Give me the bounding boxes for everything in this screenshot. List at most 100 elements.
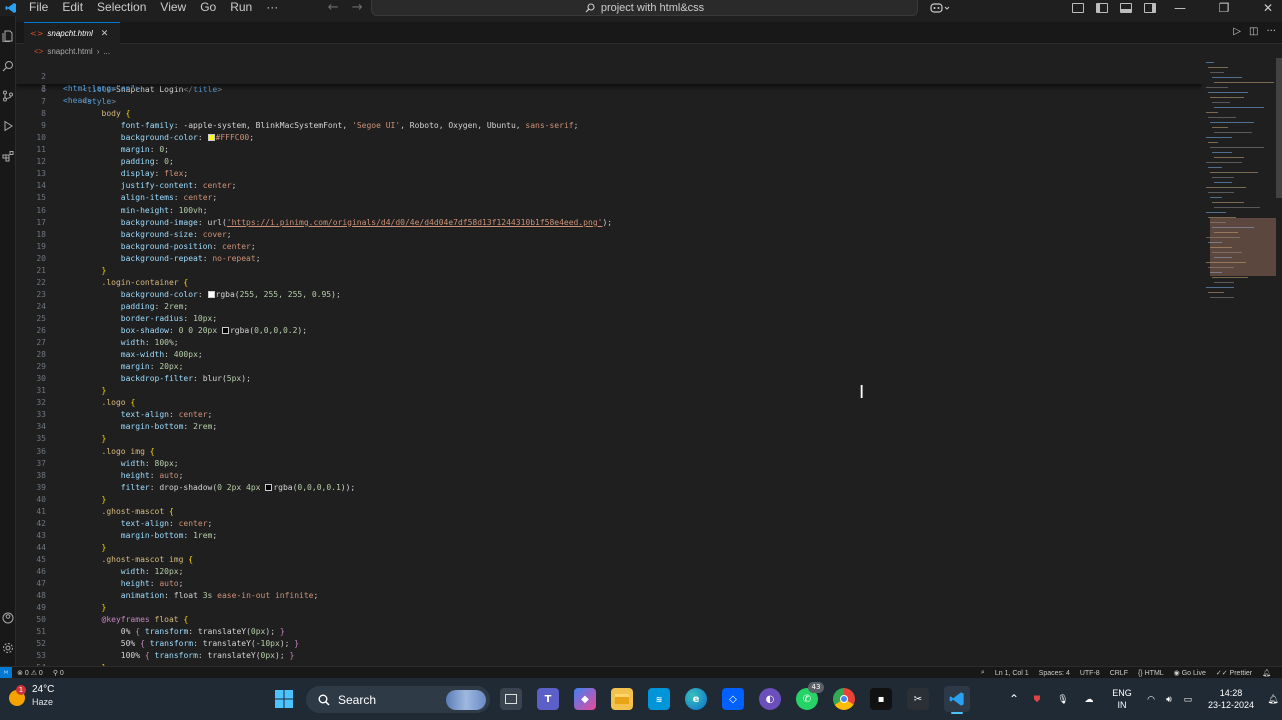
breadcrumb-file[interactable]: snapcht.html: [47, 47, 92, 56]
search-sidebar-icon[interactable]: [2, 60, 14, 72]
tab-snapcht-html[interactable]: <> snapcht.html ✕: [24, 22, 120, 44]
code-line[interactable]: 33 text-align: center;: [16, 409, 1202, 421]
code-line[interactable]: 18 background-size: cover;: [16, 229, 1202, 241]
code-line[interactable]: 31 }: [16, 385, 1202, 397]
code-line[interactable]: 32 .logo {: [16, 397, 1202, 409]
code-line[interactable]: 47 height: auto;: [16, 578, 1202, 590]
code-line[interactable]: 36 .logo img {: [16, 446, 1202, 458]
code-line[interactable]: 30 backdrop-filter: blur(5px);: [16, 373, 1202, 385]
language-indicator[interactable]: ENG IN: [1102, 687, 1142, 711]
code-line[interactable]: 27 width: 100%;: [16, 337, 1202, 349]
minimap-slider[interactable]: [1210, 218, 1276, 276]
end-of-line[interactable]: CRLF: [1105, 670, 1133, 677]
code-line[interactable]: 39 filter: drop-shadow(0 2px 4px rgba(0,…: [16, 482, 1202, 494]
toggle-sidebar-icon[interactable]: [1096, 3, 1108, 13]
cloud-icon[interactable]: ☁: [1076, 693, 1102, 705]
language-mode[interactable]: {} HTML: [1133, 670, 1169, 677]
code-line[interactable]: 37 width: 80px;: [16, 458, 1202, 470]
code-line[interactable]: 46 width: 120px;: [16, 566, 1202, 578]
split-editor-icon[interactable]: ◫: [1249, 26, 1258, 37]
cursor-position[interactable]: Ln 1, Col 1: [990, 670, 1034, 677]
code-line[interactable]: 22 .login-container {: [16, 277, 1202, 289]
code-line[interactable]: 26 box-shadow: 0 0 20px rgba(0,0,0,0.2);: [16, 325, 1202, 337]
source-control-icon[interactable]: [2, 90, 14, 102]
code-editor[interactable]: 2 <html lang="en"> 3 <head> 6 <title>Sna…: [16, 58, 1202, 666]
problems-indicator[interactable]: ⊗ 0 ⚠ 0: [12, 669, 48, 677]
code-line[interactable]: 7 <style>: [16, 96, 1202, 108]
sticky-line[interactable]: 3 <head>: [16, 71, 1202, 105]
menu-selection[interactable]: Selection: [90, 0, 153, 16]
code-line[interactable]: 38 height: auto;: [16, 470, 1202, 482]
run-file-icon[interactable]: ▷: [1233, 26, 1241, 37]
more-actions-icon[interactable]: ···: [1266, 26, 1276, 37]
code-line[interactable]: 50 @keyframes float {: [16, 614, 1202, 626]
code-line[interactable]: 17 background-image: url('https://i.pini…: [16, 217, 1202, 229]
task-view-icon[interactable]: [500, 688, 522, 710]
indentation[interactable]: Spaces: 4: [1034, 670, 1075, 677]
copilot-taskbar-icon[interactable]: ◆: [574, 688, 596, 710]
code-line[interactable]: 21 }: [16, 265, 1202, 277]
code-line[interactable]: 12 padding: 0;: [16, 156, 1202, 168]
forward-arrow-icon[interactable]: →: [345, 1, 369, 15]
menu-edit[interactable]: Edit: [55, 0, 90, 16]
zoom-icon[interactable]: ⌕: [976, 669, 990, 677]
microphone-icon[interactable]: 🎙︎: [1050, 693, 1076, 705]
prettier-status[interactable]: ✓✓ Prettier: [1211, 669, 1257, 677]
code-line[interactable]: 16 min-height: 100vh;: [16, 205, 1202, 217]
encoding[interactable]: UTF-8: [1075, 670, 1105, 677]
volume-icon[interactable]: 🔊︎: [1160, 693, 1178, 705]
code-line[interactable]: 9 font-family: -apple-system, BlinkMacSy…: [16, 120, 1202, 132]
extensions-icon[interactable]: [2, 150, 14, 162]
generic-app-icon[interactable]: ◐: [759, 688, 781, 710]
code-line[interactable]: 24 padding: 2rem;: [16, 301, 1202, 313]
vscode-taskbar-icon[interactable]: [944, 686, 970, 714]
code-line[interactable]: 49 }: [16, 602, 1202, 614]
code-line[interactable]: 19 background-position: center;: [16, 241, 1202, 253]
sticky-scroll[interactable]: 2 <html lang="en"> 3 <head>: [16, 58, 1202, 105]
wifi-icon[interactable]: ◠: [1142, 693, 1160, 705]
breadcrumb-more[interactable]: ...: [103, 47, 110, 56]
code-line[interactable]: 10 background-color: #FFFC00;: [16, 132, 1202, 144]
customize-layout-icon[interactable]: [1072, 3, 1084, 13]
code-line[interactable]: 6 <title>Snapchat Login</title>: [16, 84, 1202, 96]
code-line[interactable]: 48 animation: float 3s ease-in-out infin…: [16, 590, 1202, 602]
code-line[interactable]: 20 background-repeat: no-repeat;: [16, 253, 1202, 265]
dropbox-icon[interactable]: ◇: [722, 688, 744, 710]
code-line[interactable]: 13 display: flex;: [16, 168, 1202, 180]
code-line[interactable]: 11 margin: 0;: [16, 144, 1202, 156]
code-line[interactable]: 15 align-items: center;: [16, 192, 1202, 204]
code-line[interactable]: 45 .ghost-mascot img {: [16, 554, 1202, 566]
restore-icon[interactable]: ❐: [1202, 1, 1246, 15]
menu-view[interactable]: View: [153, 0, 193, 16]
terminal-app-icon[interactable]: ▪: [870, 688, 892, 710]
close-window-icon[interactable]: ✕: [1246, 1, 1282, 15]
chrome-icon[interactable]: [833, 688, 855, 710]
code-line[interactable]: 25 border-radius: 10px;: [16, 313, 1202, 325]
minimap[interactable]: [1202, 58, 1276, 666]
code-line[interactable]: 43 margin-bottom: 1rem;: [16, 530, 1202, 542]
whatsapp-icon[interactable]: ✆ 43: [796, 682, 824, 710]
code-line[interactable]: 8 body {: [16, 108, 1202, 120]
ports-indicator[interactable]: ⚲ 0: [48, 669, 69, 677]
back-arrow-icon[interactable]: ←: [321, 1, 345, 15]
notifications-bell-icon[interactable]: 🔔︎: [1257, 669, 1276, 677]
go-live-button[interactable]: ◉ Go Live: [1169, 669, 1211, 677]
toggle-secondary-sidebar-icon[interactable]: [1144, 3, 1156, 13]
accounts-icon[interactable]: [2, 612, 14, 624]
code-line[interactable]: 29 margin: 20px;: [16, 361, 1202, 373]
code-line[interactable]: 14 justify-content: center;: [16, 180, 1202, 192]
code-line[interactable]: 28 max-width: 400px;: [16, 349, 1202, 361]
close-tab-icon[interactable]: ✕: [101, 29, 109, 39]
code-line[interactable]: 40 }: [16, 494, 1202, 506]
toggle-panel-icon[interactable]: [1120, 3, 1132, 13]
notification-center-icon[interactable]: 🔔︎: [1264, 693, 1282, 705]
file-explorer-icon[interactable]: [611, 688, 633, 710]
msn-weather-app-icon[interactable]: ≋: [648, 688, 670, 710]
code-line[interactable]: 51 0% { transform: translateY(0px); }: [16, 626, 1202, 638]
code-line[interactable]: 41 .ghost-mascot {: [16, 506, 1202, 518]
antivirus-icon[interactable]: ⛊: [1024, 693, 1050, 705]
menu-go[interactable]: Go: [193, 0, 223, 16]
clock[interactable]: 14:28 23-12-2024: [1198, 687, 1264, 711]
snipping-tool-icon[interactable]: ✂: [907, 688, 929, 710]
menu-run[interactable]: Run: [223, 0, 259, 16]
